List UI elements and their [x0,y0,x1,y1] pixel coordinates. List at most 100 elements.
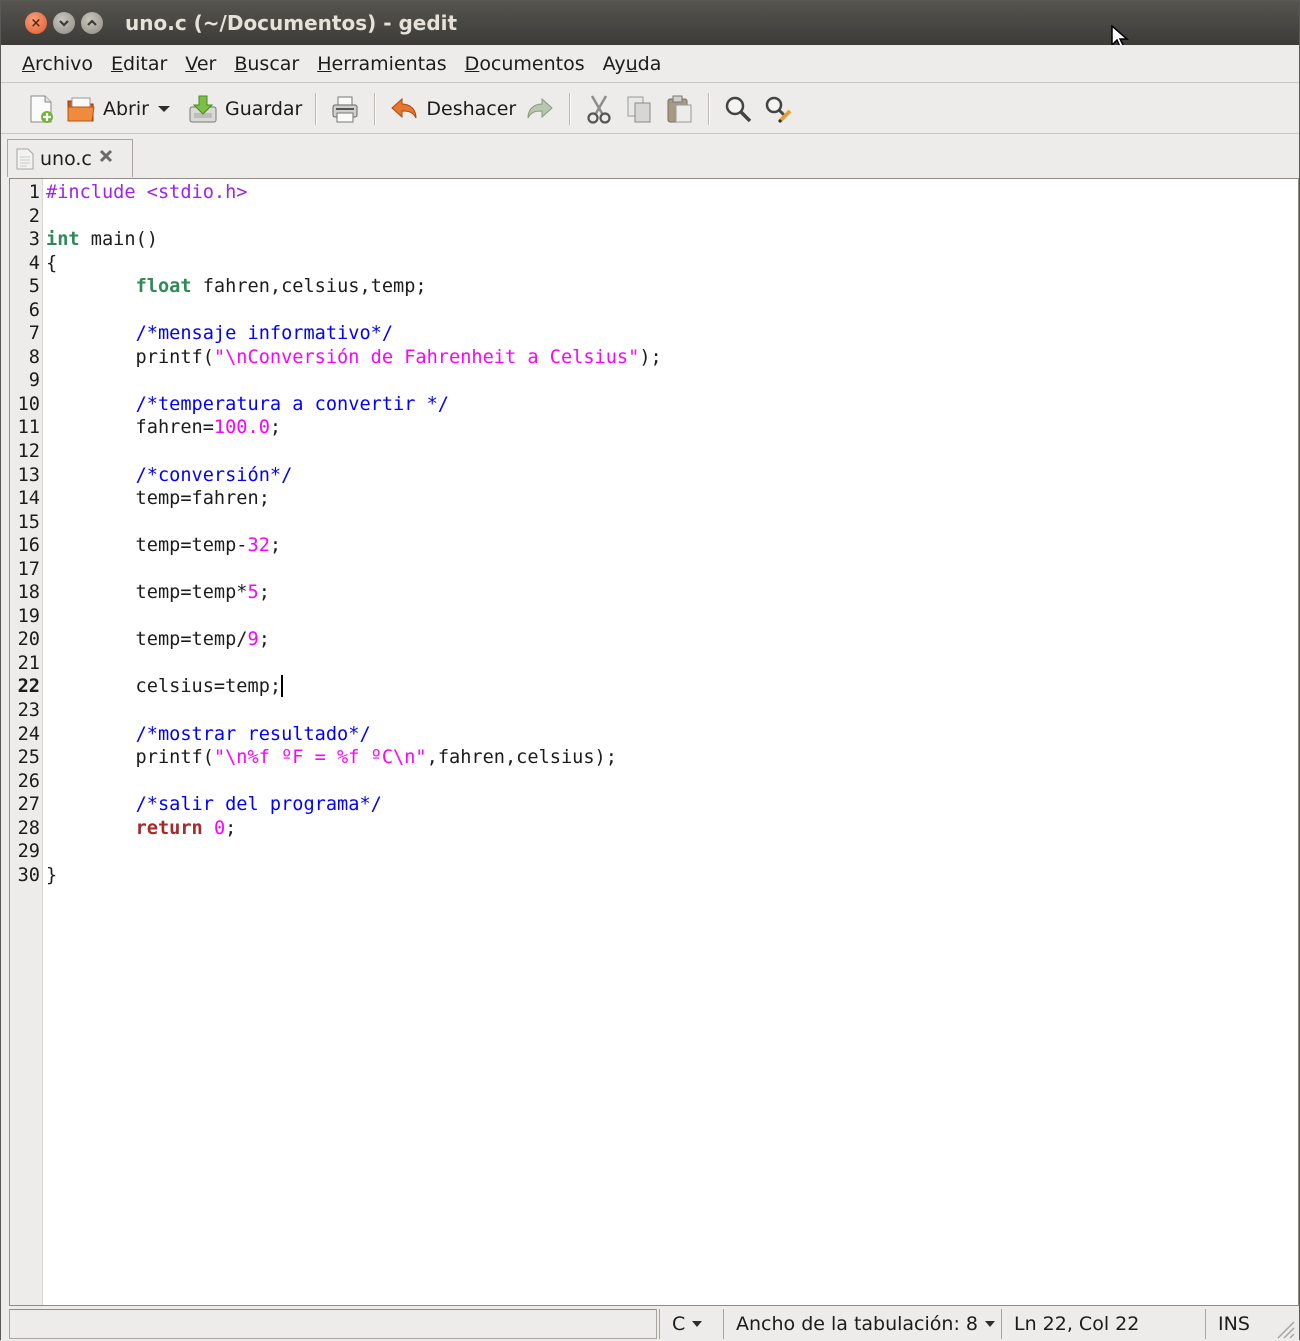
line-number: 8 [28,346,40,368]
line-number: 30 [17,864,40,886]
code-line[interactable]: 11 fahren=100.0; [10,416,1298,440]
tab-label: uno.c [40,147,92,170]
code-line[interactable]: 21 [10,652,1298,676]
code-line[interactable]: 26 [10,770,1298,794]
find-button[interactable] [718,89,758,129]
line-code: temp=temp/9; [46,628,270,652]
maximize-window-button[interactable] [81,12,103,34]
menu-item-1[interactable]: Editar [102,53,176,75]
code-token: /*salir del programa*/ [135,794,382,816]
menu-item-4[interactable]: Herramientas [308,53,455,75]
menu-item-2[interactable]: Ver [176,53,225,75]
code-token: ; [258,582,270,604]
copy-icon [627,96,651,122]
open-recent-dropdown[interactable] [153,89,175,129]
code-line[interactable]: 19 [10,605,1298,629]
find-replace-button[interactable] [758,89,798,129]
code-line[interactable]: 9 [10,369,1298,393]
line-number: 23 [17,700,40,722]
paste-button[interactable] [659,89,699,129]
code-line[interactable]: 25 printf("\n%f ºF = %f ºC\n",fahren,cel… [10,746,1298,770]
tab-close-button[interactable] [98,148,114,169]
code-token: /*temperatura a convertir */ [135,393,450,415]
code-token: /*conversión*/ [135,464,293,486]
menu-item-5[interactable]: Documentos [456,53,594,75]
menu-item-3[interactable]: Buscar [225,53,308,75]
menu-item-text: erramientas [331,52,447,75]
document-tabs: uno.c [1,135,1299,177]
line-code: temp=temp*5; [46,581,270,605]
redo-button[interactable] [520,89,560,129]
close-icon: × [30,15,42,31]
line-number: 27 [17,794,40,816]
tab-uno-c[interactable]: uno.c [7,139,133,177]
toolbar-separator [315,92,317,125]
code-line[interactable]: 7 /*mensaje informativo*/ [10,322,1298,346]
code-line[interactable]: 13 /*conversión*/ [10,464,1298,488]
menu-item-text: er [196,52,217,75]
code-line[interactable]: 5 float fahren,celsius,temp; [10,275,1298,299]
code-line[interactable]: 14 temp=fahren; [10,487,1298,511]
new-document-button[interactable] [21,89,61,129]
code-line[interactable]: 3 int main() [10,228,1298,252]
print-button[interactable] [325,89,365,129]
line-number: 24 [17,723,40,745]
code-line[interactable]: 20 temp=temp/9; [10,628,1298,652]
code-line[interactable]: 30} [10,864,1298,888]
line-number: 26 [17,770,40,792]
line-code: /*salir del programa*/ [46,793,382,817]
menu-item-0[interactable]: Archivo [13,53,102,75]
code-line[interactable]: 4{ [10,252,1298,276]
code-line[interactable]: 1 #include <stdio.h> [10,181,1298,205]
open-button-label: Abrir [103,97,149,120]
language-selector[interactable]: C [659,1309,721,1339]
line-code: temp=fahren; [46,487,270,511]
code-line[interactable]: 17 [10,558,1298,582]
cut-button[interactable] [579,89,619,129]
code-line[interactable]: 15 [10,511,1298,535]
tab-width-label: Ancho de la tabulación: 8 [736,1313,978,1335]
code-line[interactable]: 27 /*salir del programa*/ [10,793,1298,817]
cursor-position-label: Ln 22, Col 22 [1014,1313,1140,1335]
open-button[interactable]: Abrir [61,89,153,129]
insert-mode: INS [1205,1309,1271,1339]
code-line[interactable]: 2 [10,205,1298,229]
code-line[interactable]: 24 /*mostrar resultado*/ [10,723,1298,747]
line-code: printf("\n%f ºF = %f ºC\n",fahren,celsiu… [46,746,617,770]
code-line[interactable]: 23 [10,699,1298,723]
code-token: { [46,252,58,274]
code-line[interactable]: 22 celsius=temp; [10,675,1298,699]
save-button[interactable]: Guardar [183,89,306,129]
code-token: printf( [46,747,214,769]
printer-icon [332,96,358,122]
code-editor[interactable]: 1 #include <stdio.h> 2 3 int main() 4{5 float… [9,178,1299,1306]
close-window-button[interactable]: × [25,12,47,34]
line-code: { [46,252,57,276]
code-token: temp=temp* [46,582,248,604]
menu-mnemonic: u [625,52,638,75]
copy-button[interactable] [619,89,659,129]
undo-button[interactable]: Deshacer [384,89,520,129]
toolbar-separator [569,92,571,125]
find-replace-icon [765,96,792,123]
code-line[interactable]: 10 /*temperatura a convertir */ [10,393,1298,417]
code-line[interactable]: 28 return 0; [10,817,1298,841]
status-message-area [9,1309,657,1339]
text-caret [281,675,284,698]
code-line[interactable]: 6 [10,299,1298,323]
title-bar[interactable]: × uno.c (~/Documentos) - gedit [1,1,1299,51]
code-line[interactable]: 18 temp=temp*5; [10,581,1298,605]
code-token: main() [79,229,158,251]
code-line[interactable]: 12 [10,440,1298,464]
tab-width-selector[interactable]: Ancho de la tabulación: 8 [723,1309,999,1339]
window-controls: × [25,12,103,34]
code-line[interactable]: 29 [10,840,1298,864]
code-line[interactable]: 16 temp=temp-32; [10,534,1298,558]
menu-item-6[interactable]: Ayuda [594,53,671,75]
minimize-window-button[interactable] [53,12,75,34]
resize-grip-icon[interactable] [1273,1317,1295,1339]
code-line[interactable]: 8 printf("\nConversión de Fahrenheit a C… [10,346,1298,370]
line-number: 15 [17,511,40,533]
new-document-icon [30,95,53,123]
